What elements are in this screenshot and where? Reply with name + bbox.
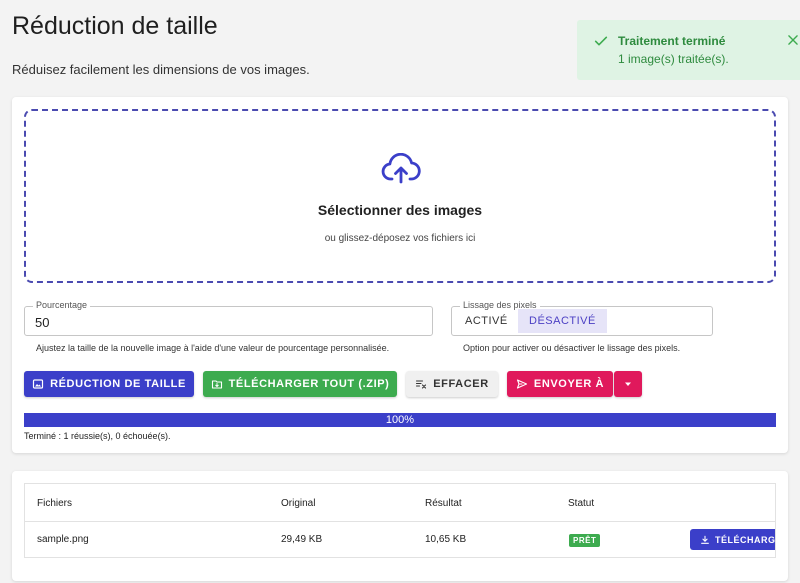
- image-dropzone[interactable]: Sélectionner des images ou glissez-dépos…: [24, 109, 776, 283]
- close-icon[interactable]: [786, 33, 800, 47]
- resize-button-label: RÉDUCTION DE TAILLE: [50, 378, 186, 390]
- dropzone-title: Sélectionner des images: [317, 202, 483, 218]
- status-badge: PRÊT: [569, 534, 601, 547]
- smoothing-on-toggle[interactable]: ACTIVÉ: [454, 309, 519, 333]
- clear-list-icon: [416, 380, 427, 389]
- column-header-original: Original: [281, 498, 316, 509]
- page-title: Réduction de taille: [12, 12, 218, 40]
- column-header-status: Statut: [568, 498, 595, 509]
- success-toast: Traitement terminé 1 image(s) traitée(s)…: [577, 20, 800, 80]
- smoothing-field: Lissage des pixels ACTIVÉ DÉSACTIVÉ: [451, 300, 713, 336]
- smoothing-off-toggle[interactable]: DÉSACTIVÉ: [518, 309, 607, 333]
- progress-status: Terminé : 1 réussie(s), 0 échouée(s).: [24, 431, 171, 441]
- download-zip-button[interactable]: TÉLÉCHARGER TOUT (.ZIP): [203, 371, 397, 397]
- check-icon: [594, 36, 608, 46]
- progress-bar: 100%: [24, 413, 776, 427]
- percentage-help: Ajustez la taille de la nouvelle image à…: [36, 343, 390, 353]
- original-size: 29,49 KB: [281, 534, 323, 545]
- cloud-upload-icon: [381, 153, 421, 184]
- results-table: Fichiers Original Résultat Statut sample…: [24, 483, 776, 558]
- toast-message: 1 image(s) traitée(s).: [618, 52, 729, 66]
- percentage-label: Pourcentage: [33, 300, 91, 310]
- caret-down-icon: [625, 382, 631, 386]
- send-to-label: ENVOYER À: [533, 378, 605, 390]
- progress-percent: 100%: [385, 414, 415, 426]
- clear-button-label: EFFACER: [433, 378, 489, 390]
- results-card: Fichiers Original Résultat Statut sample…: [12, 471, 788, 581]
- header-divider: [25, 521, 775, 522]
- folder-download-icon: [211, 380, 222, 389]
- send-to-button[interactable]: ENVOYER À: [507, 371, 613, 397]
- image-icon: [32, 379, 44, 389]
- download-icon: [701, 535, 709, 544]
- download-zip-label: TÉLÉCHARGER TOUT (.ZIP): [228, 378, 390, 390]
- send-icon: [516, 379, 527, 389]
- download-button[interactable]: TÉLÉCHARGER: [690, 529, 776, 550]
- percentage-field: Pourcentage: [24, 300, 433, 336]
- file-name: sample.png: [37, 534, 89, 545]
- dropzone-hint: ou glissez-déposez vos fichiers ici: [324, 233, 476, 244]
- page-subtitle: Réduisez facilement les dimensions de vo…: [12, 62, 310, 77]
- clear-button[interactable]: EFFACER: [406, 371, 498, 397]
- download-button-label: TÉLÉCHARGER: [715, 534, 776, 545]
- result-size: 10,65 KB: [425, 534, 467, 545]
- toast-title: Traitement terminé: [618, 34, 726, 48]
- column-header-files: Fichiers: [37, 498, 73, 509]
- smoothing-help: Option pour activer ou désactiver le lis…: [463, 343, 681, 353]
- column-header-result: Résultat: [425, 498, 462, 509]
- send-to-dropdown[interactable]: [614, 371, 642, 397]
- upload-card: Sélectionner des images ou glissez-dépos…: [12, 97, 788, 453]
- resize-button[interactable]: RÉDUCTION DE TAILLE: [24, 371, 194, 397]
- percentage-input[interactable]: [35, 313, 415, 331]
